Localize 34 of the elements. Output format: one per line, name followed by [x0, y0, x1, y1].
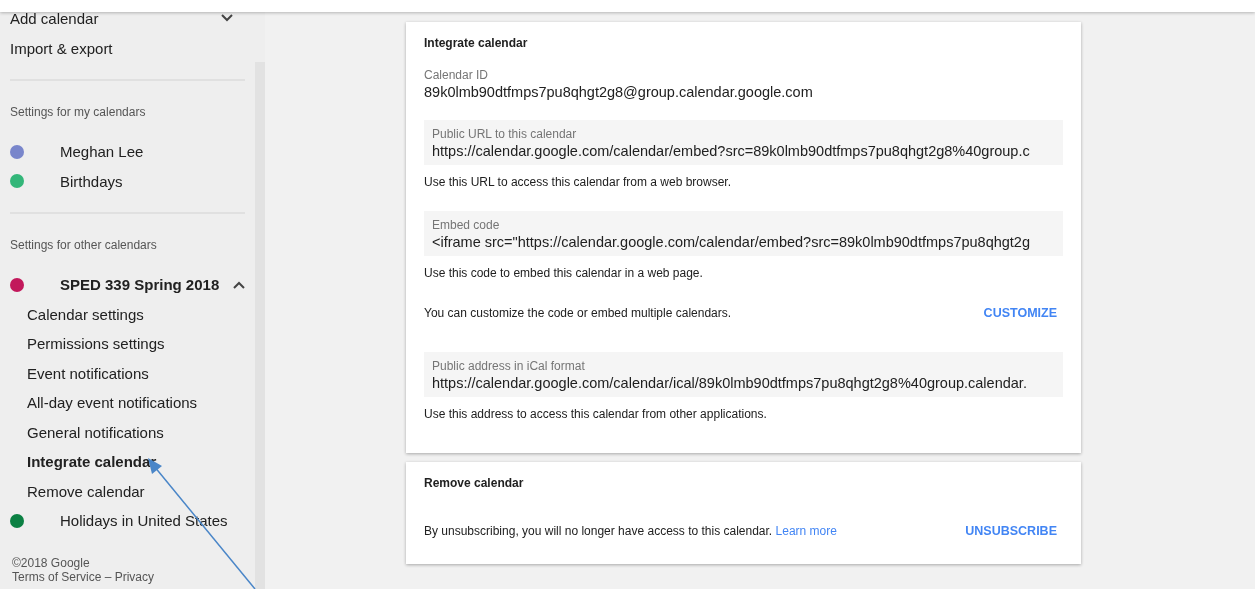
description-text: You can customize the code or embed multiple calendars. — [424, 306, 732, 320]
copyright-text: ©2018 Google — [12, 555, 90, 570]
calendar-name[interactable]: Meghan Lee — [60, 143, 245, 161]
settings-menu-item[interactable]: Remove calendar — [27, 482, 145, 500]
learn-more-link[interactable]: Learn more — [775, 524, 837, 538]
description-text: By unsubscribing, you will no longer have access to this calendar. Learn more — [424, 524, 837, 538]
field-value: 89k0lmb90dtfmps7pu8qhgt2g8@group.calendar.google.com — [424, 84, 814, 100]
scrollbar[interactable] — [255, 62, 265, 589]
read-only-field[interactable]: Embed code <iframe src="https://calendar.google.com/calendar/embed?src=89k0lmb90dtfmps7pu8qhgt2g — [424, 211, 1063, 256]
field-label: Calendar ID — [424, 68, 490, 82]
settings-menu-item[interactable]: Calendar settings — [27, 305, 144, 323]
settings-menu-item[interactable]: Permissions settings — [27, 335, 165, 353]
calendar-name[interactable]: SPED 339 Spring 2018 — [60, 276, 225, 294]
settings-menu-item[interactable]: Integrate calendar — [27, 453, 157, 471]
section-heading: Settings for other calendars — [10, 238, 157, 252]
chevron-icon[interactable] — [221, 14, 233, 22]
read-only-field[interactable]: Public URL to this calendar https://calendar.google.com/calendar/embed?src=89k0lmb90dtfmps7pu8qhgt2g8%40group.c — [424, 120, 1063, 165]
help-text: Use this URL to access this calendar from a web browser. — [424, 175, 731, 189]
section-heading: Settings for my calendars — [10, 105, 146, 119]
sidebar-item[interactable]: Add calendar — [10, 9, 99, 27]
card-title: Integrate calendar — [424, 36, 528, 50]
footer-links[interactable]: Terms of Service – Privacy — [12, 569, 155, 584]
card-title: Remove calendar — [424, 476, 524, 490]
customize-button[interactable]: CUSTOMIZE — [977, 302, 1063, 324]
settings-menu-item[interactable]: General notifications — [27, 423, 164, 441]
settings-menu-item[interactable]: Event notifications — [27, 364, 149, 382]
calendar-name[interactable]: Birthdays — [60, 172, 245, 190]
help-text: Use this code to embed this calendar in a web page. — [424, 266, 703, 280]
chevron-icon[interactable] — [233, 280, 245, 289]
help-text: Use this address to access this calendar from other applications. — [424, 407, 767, 421]
sidebar-item[interactable]: Import & export — [10, 39, 113, 57]
read-only-field[interactable]: Public address in iCal format https://calendar.google.com/calendar/ical/89k0lmb90dtfmps7pu8qhgt2g8%40group.calendar. — [424, 352, 1063, 397]
unsubscribe-button[interactable]: UNSUBSCRIBE — [959, 520, 1063, 542]
settings-menu-item[interactable]: All-day event notifications — [27, 394, 198, 412]
